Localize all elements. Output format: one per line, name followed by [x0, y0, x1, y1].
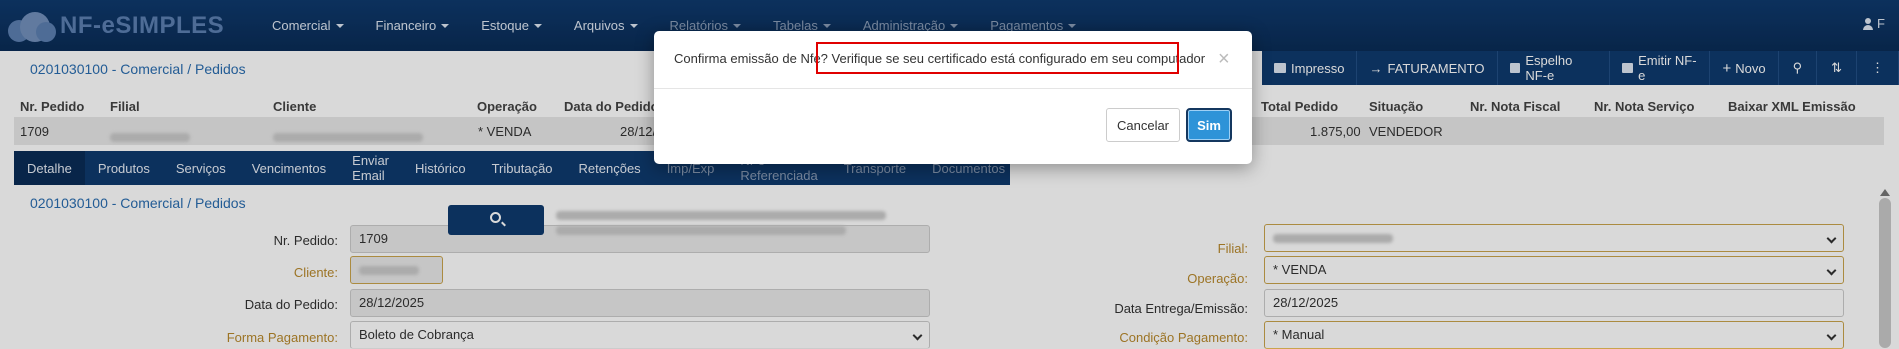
confirm-button[interactable]: Sim: [1186, 108, 1232, 142]
close-icon[interactable]: ×: [1218, 49, 1230, 69]
highlight-box: [816, 42, 1179, 74]
dialog-message-question: Confirma emissão de Nfe?: [674, 51, 832, 66]
dialog-divider: [654, 88, 1252, 89]
confirm-dialog: Confirma emissão de Nfe? Verifique se se…: [654, 31, 1252, 164]
cancel-button[interactable]: Cancelar: [1106, 108, 1180, 142]
